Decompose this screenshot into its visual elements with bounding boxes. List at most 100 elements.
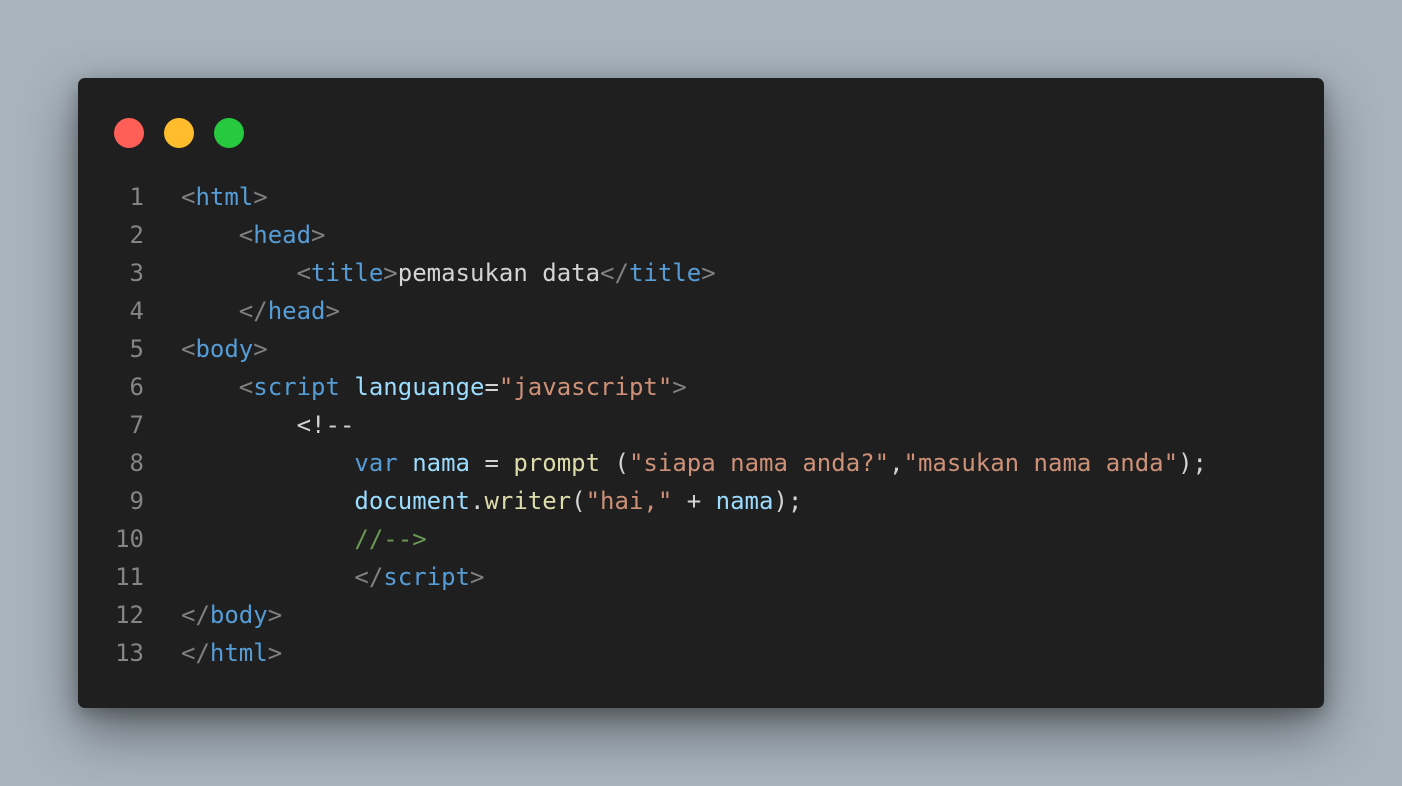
code-token-punctuation: > bbox=[267, 639, 283, 667]
code-token-punctuation: > bbox=[311, 221, 326, 249]
code-token-text: ); bbox=[773, 487, 803, 515]
code-token-tag: title bbox=[628, 259, 702, 287]
code-token-tag: script bbox=[383, 563, 470, 591]
code-token-punctuation: > bbox=[267, 601, 283, 629]
line-code: <body> bbox=[181, 330, 268, 368]
line-code: <title>pemasukan data</title> bbox=[181, 254, 716, 292]
line-code: <html> bbox=[181, 178, 268, 216]
code-token-string: "javascript" bbox=[498, 373, 673, 401]
line-number: 2 bbox=[129, 221, 144, 249]
code-token-attribute: nama bbox=[412, 449, 470, 477]
code-line: 5 <body> bbox=[78, 330, 1324, 368]
code-token-tag: body bbox=[209, 601, 268, 629]
code-line: 13 </html> bbox=[78, 634, 1324, 672]
code-token-string: "siapa nama anda?" bbox=[628, 449, 890, 477]
code-token-text: , bbox=[889, 449, 904, 477]
line-code: <!-- bbox=[181, 406, 355, 444]
minimize-button[interactable] bbox=[164, 118, 194, 148]
code-token-text: pemasukan data bbox=[397, 259, 601, 287]
code-token-punctuation: > bbox=[325, 297, 340, 325]
line-number: 12 bbox=[115, 601, 144, 629]
code-line: 12 </body> bbox=[78, 596, 1324, 634]
zoom-button[interactable] bbox=[214, 118, 244, 148]
code-token-function: prompt bbox=[513, 449, 601, 477]
code-token-punctuation: > bbox=[672, 373, 687, 401]
code-line: 6 <script languange="javascript"> bbox=[78, 368, 1324, 406]
code-token-punctuation: < bbox=[181, 183, 196, 211]
code-token-tag: body bbox=[195, 335, 254, 363]
line-number: 1 bbox=[129, 183, 144, 211]
code-token-attribute: languange bbox=[354, 373, 485, 401]
line-number: 5 bbox=[129, 335, 144, 363]
line-code: var nama = prompt ("siapa nama anda?","m… bbox=[181, 444, 1207, 482]
code-token-text: + bbox=[672, 487, 716, 515]
code-token-attribute: document bbox=[354, 487, 470, 515]
code-token-punctuation: < bbox=[296, 259, 312, 287]
code-token-tag: html bbox=[195, 183, 254, 211]
line-code: document.writer("hai," + nama); bbox=[181, 482, 802, 520]
code-token-punctuation: > bbox=[253, 183, 268, 211]
code-line: 8 var nama = prompt ("siapa nama anda?",… bbox=[78, 444, 1324, 482]
code-token-function: writer bbox=[484, 487, 572, 515]
code-line: 10 //--> bbox=[78, 520, 1324, 558]
code-token-punctuation: > bbox=[383, 259, 398, 287]
code-token-punctuation: > bbox=[253, 335, 268, 363]
code-token-punctuation: </ bbox=[238, 297, 268, 325]
line-number: 13 bbox=[115, 639, 144, 667]
line-code: </html> bbox=[181, 634, 282, 672]
code-token-tag: script bbox=[253, 373, 340, 401]
code-line: 2 <head> bbox=[78, 216, 1324, 254]
line-code: </script> bbox=[181, 558, 484, 596]
code-token-string: "masukan nama anda" bbox=[903, 449, 1179, 477]
line-number: 11 bbox=[115, 563, 144, 591]
line-code: //--> bbox=[181, 520, 427, 558]
code-line: 11 </script> bbox=[78, 558, 1324, 596]
code-line: 3 <title>pemasukan data</title> bbox=[78, 254, 1324, 292]
line-number: 8 bbox=[129, 449, 144, 477]
line-number: 4 bbox=[129, 297, 144, 325]
code-token-string: "hai," bbox=[585, 487, 673, 515]
line-code: </head> bbox=[181, 292, 340, 330]
code-token-punctuation: </ bbox=[354, 563, 384, 591]
code-token-text: . bbox=[469, 487, 485, 515]
line-code: <script languange="javascript"> bbox=[181, 368, 687, 406]
code-token-punctuation: > bbox=[701, 259, 716, 287]
code-token-tag: var bbox=[354, 449, 398, 477]
code-line: 9 document.writer("hai," + nama); bbox=[78, 482, 1324, 520]
line-number: 10 bbox=[115, 525, 144, 553]
close-button[interactable] bbox=[114, 118, 144, 148]
code-token-text: ( bbox=[571, 487, 586, 515]
code-token-text: = bbox=[470, 449, 514, 477]
code-token-punctuation: < bbox=[238, 221, 254, 249]
code-token-text: <!-- bbox=[296, 411, 355, 439]
code-line: 7 <!-- bbox=[78, 406, 1324, 444]
code-token-tag: html bbox=[209, 639, 268, 667]
line-number: 9 bbox=[129, 487, 144, 515]
code-line: 1 <html> bbox=[78, 178, 1324, 216]
code-block: 1 <html> 2 <head> 3 <title>pemasukan data</… bbox=[78, 178, 1324, 672]
code-token-punctuation: > bbox=[470, 563, 485, 591]
code-token-punctuation: < bbox=[181, 335, 196, 363]
code-token-tag: head bbox=[253, 221, 312, 249]
line-code: </body> bbox=[181, 596, 282, 634]
code-token-attribute: nama bbox=[715, 487, 774, 515]
code-window: 1 <html> 2 <head> 3 <title>pemasukan data</… bbox=[78, 78, 1324, 708]
code-token-punctuation: </ bbox=[181, 639, 210, 667]
line-code: <head> bbox=[181, 216, 326, 254]
code-token-comment: //--> bbox=[354, 525, 427, 553]
line-number: 6 bbox=[129, 373, 144, 401]
code-token-text: ); bbox=[1178, 449, 1207, 477]
code-token-tag: title bbox=[311, 259, 384, 287]
code-token-tag: head bbox=[267, 297, 326, 325]
